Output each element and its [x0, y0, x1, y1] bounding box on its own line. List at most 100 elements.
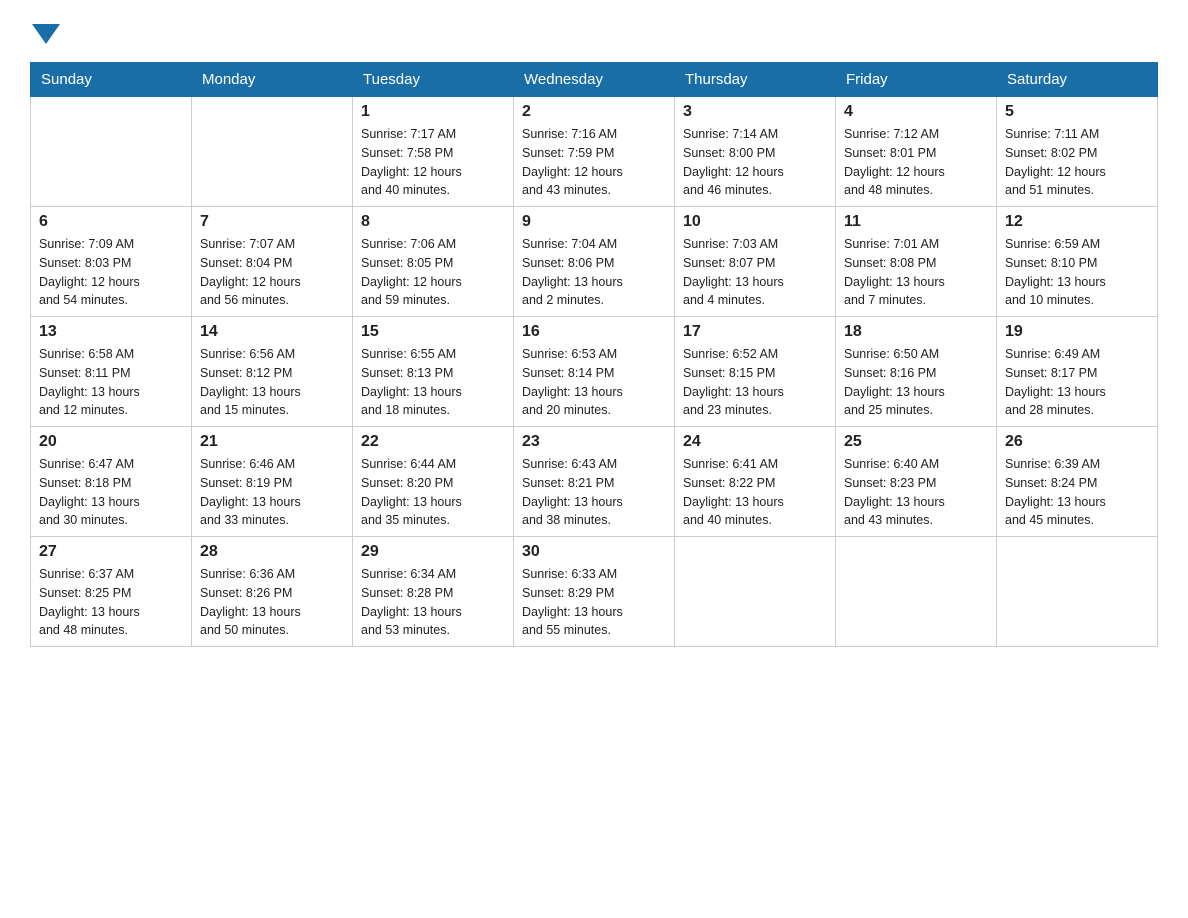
day-info: Sunrise: 7:01 AMSunset: 8:08 PMDaylight:…: [844, 235, 988, 310]
calendar-cell: 24 Sunrise: 6:41 AMSunset: 8:22 PMDayligh…: [675, 427, 836, 537]
day-info: Sunrise: 7:06 AMSunset: 8:05 PMDaylight:…: [361, 235, 505, 310]
calendar-cell: 22 Sunrise: 6:44 AMSunset: 8:20 PMDayligh…: [353, 427, 514, 537]
day-number: 27: [39, 543, 183, 561]
week-row: 27 Sunrise: 6:37 AMSunset: 8:25 PMDayligh…: [31, 537, 1158, 647]
day-info: Sunrise: 6:49 AMSunset: 8:17 PMDaylight:…: [1005, 345, 1149, 420]
day-number: 16: [522, 323, 666, 341]
day-number: 21: [200, 433, 344, 451]
day-number: 2: [522, 103, 666, 121]
calendar-cell: 21Sunrise: 6:46 AMSunset: 8:19 PMDayligh…: [192, 427, 353, 537]
day-number: 15: [361, 323, 505, 341]
calendar-cell: 14 Sunrise: 6:56 AMSunset: 8:12 PMDayligh…: [192, 317, 353, 427]
day-info: Sunrise: 6:56 AMSunset: 8:12 PMDaylight:…: [200, 345, 344, 420]
calendar-cell: 29Sunrise: 6:34 AMSunset: 8:28 PMDayligh…: [353, 537, 514, 647]
day-number: 6: [39, 213, 183, 231]
day-number: 28: [200, 543, 344, 561]
calendar-cell: 9 Sunrise: 7:04 AMSunset: 8:06 PMDaylight…: [514, 207, 675, 317]
calendar-cell: 20 Sunrise: 6:47 AMSunset: 8:18 PMDayligh…: [31, 427, 192, 537]
week-row: 20 Sunrise: 6:47 AMSunset: 8:18 PMDayligh…: [31, 427, 1158, 537]
day-info: Sunrise: 7:16 AMSunset: 7:59 PMDaylight:…: [522, 125, 666, 200]
day-number: 20: [39, 433, 183, 451]
day-info: Sunrise: 7:12 AMSunset: 8:01 PMDaylight:…: [844, 125, 988, 200]
day-number: 11: [844, 213, 988, 231]
day-of-week-header: Wednesday: [514, 63, 675, 97]
day-number: 7: [200, 213, 344, 231]
calendar-cell: [675, 537, 836, 647]
day-number: 17: [683, 323, 827, 341]
calendar-cell: 10Sunrise: 7:03 AMSunset: 8:07 PMDayligh…: [675, 207, 836, 317]
week-row: 13Sunrise: 6:58 AMSunset: 8:11 PMDayligh…: [31, 317, 1158, 427]
calendar-cell: [836, 537, 997, 647]
day-info: Sunrise: 7:07 AMSunset: 8:04 PMDaylight:…: [200, 235, 344, 310]
day-of-week-header: Tuesday: [353, 63, 514, 97]
page-header: [30, 20, 1158, 42]
calendar-cell: 7 Sunrise: 7:07 AMSunset: 8:04 PMDaylight…: [192, 207, 353, 317]
day-number: 22: [361, 433, 505, 451]
day-number: 25: [844, 433, 988, 451]
day-info: Sunrise: 6:55 AMSunset: 8:13 PMDaylight:…: [361, 345, 505, 420]
day-info: Sunrise: 6:39 AMSunset: 8:24 PMDaylight:…: [1005, 455, 1149, 530]
day-info: Sunrise: 6:34 AMSunset: 8:28 PMDaylight:…: [361, 565, 505, 640]
day-number: 26: [1005, 433, 1149, 451]
calendar-cell: 2 Sunrise: 7:16 AMSunset: 7:59 PMDaylight…: [514, 97, 675, 207]
calendar-table: SundayMondayTuesdayWednesdayThursdayFrid…: [30, 62, 1158, 647]
day-info: Sunrise: 6:36 AMSunset: 8:26 PMDaylight:…: [200, 565, 344, 640]
day-info: Sunrise: 7:11 AMSunset: 8:02 PMDaylight:…: [1005, 125, 1149, 200]
day-number: 14: [200, 323, 344, 341]
day-number: 19: [1005, 323, 1149, 341]
day-info: Sunrise: 6:43 AMSunset: 8:21 PMDaylight:…: [522, 455, 666, 530]
calendar-cell: 27 Sunrise: 6:37 AMSunset: 8:25 PMDayligh…: [31, 537, 192, 647]
week-row: 1 Sunrise: 7:17 AMSunset: 7:58 PMDaylight…: [31, 97, 1158, 207]
day-number: 5: [1005, 103, 1149, 121]
calendar-cell: 12 Sunrise: 6:59 AMSunset: 8:10 PMDayligh…: [997, 207, 1158, 317]
day-info: Sunrise: 6:47 AMSunset: 8:18 PMDaylight:…: [39, 455, 183, 530]
day-info: Sunrise: 6:50 AMSunset: 8:16 PMDaylight:…: [844, 345, 988, 420]
logo-triangle-icon: [32, 24, 60, 44]
day-info: Sunrise: 6:53 AMSunset: 8:14 PMDaylight:…: [522, 345, 666, 420]
day-number: 13: [39, 323, 183, 341]
calendar-cell: 28 Sunrise: 6:36 AMSunset: 8:26 PMDayligh…: [192, 537, 353, 647]
day-info: Sunrise: 7:14 AMSunset: 8:00 PMDaylight:…: [683, 125, 827, 200]
calendar-cell: 30 Sunrise: 6:33 AMSunset: 8:29 PMDayligh…: [514, 537, 675, 647]
calendar-cell: 13Sunrise: 6:58 AMSunset: 8:11 PMDayligh…: [31, 317, 192, 427]
day-info: Sunrise: 6:44 AMSunset: 8:20 PMDaylight:…: [361, 455, 505, 530]
day-number: 30: [522, 543, 666, 561]
calendar-cell: 1 Sunrise: 7:17 AMSunset: 7:58 PMDaylight…: [353, 97, 514, 207]
day-of-week-header: Thursday: [675, 63, 836, 97]
day-number: 24: [683, 433, 827, 451]
calendar-cell: [192, 97, 353, 207]
day-number: 1: [361, 103, 505, 121]
day-of-week-header: Monday: [192, 63, 353, 97]
calendar-cell: 25 Sunrise: 6:40 AMSunset: 8:23 PMDayligh…: [836, 427, 997, 537]
calendar-cell: [31, 97, 192, 207]
day-of-week-header: Saturday: [997, 63, 1158, 97]
calendar-cell: 19 Sunrise: 6:49 AMSunset: 8:17 PMDayligh…: [997, 317, 1158, 427]
calendar-cell: 16 Sunrise: 6:53 AMSunset: 8:14 PMDayligh…: [514, 317, 675, 427]
day-of-week-header: Friday: [836, 63, 997, 97]
calendar-cell: 26 Sunrise: 6:39 AMSunset: 8:24 PMDayligh…: [997, 427, 1158, 537]
day-info: Sunrise: 7:17 AMSunset: 7:58 PMDaylight:…: [361, 125, 505, 200]
day-info: Sunrise: 6:33 AMSunset: 8:29 PMDaylight:…: [522, 565, 666, 640]
day-info: Sunrise: 6:41 AMSunset: 8:22 PMDaylight:…: [683, 455, 827, 530]
calendar-cell: 4Sunrise: 7:12 AMSunset: 8:01 PMDaylight…: [836, 97, 997, 207]
day-number: 10: [683, 213, 827, 231]
day-number: 18: [844, 323, 988, 341]
calendar-cell: 5 Sunrise: 7:11 AMSunset: 8:02 PMDaylight…: [997, 97, 1158, 207]
day-info: Sunrise: 7:09 AMSunset: 8:03 PMDaylight:…: [39, 235, 183, 310]
week-row: 6 Sunrise: 7:09 AMSunset: 8:03 PMDaylight…: [31, 207, 1158, 317]
calendar-cell: 17Sunrise: 6:52 AMSunset: 8:15 PMDayligh…: [675, 317, 836, 427]
day-info: Sunrise: 7:04 AMSunset: 8:06 PMDaylight:…: [522, 235, 666, 310]
calendar-cell: 8Sunrise: 7:06 AMSunset: 8:05 PMDaylight…: [353, 207, 514, 317]
day-info: Sunrise: 6:37 AMSunset: 8:25 PMDaylight:…: [39, 565, 183, 640]
calendar-header-row: SundayMondayTuesdayWednesdayThursdayFrid…: [31, 63, 1158, 97]
day-of-week-header: Sunday: [31, 63, 192, 97]
day-number: 23: [522, 433, 666, 451]
day-number: 9: [522, 213, 666, 231]
day-info: Sunrise: 6:59 AMSunset: 8:10 PMDaylight:…: [1005, 235, 1149, 310]
day-number: 12: [1005, 213, 1149, 231]
calendar-cell: 6 Sunrise: 7:09 AMSunset: 8:03 PMDaylight…: [31, 207, 192, 317]
calendar-cell: 3Sunrise: 7:14 AMSunset: 8:00 PMDaylight…: [675, 97, 836, 207]
calendar-cell: 18 Sunrise: 6:50 AMSunset: 8:16 PMDayligh…: [836, 317, 997, 427]
calendar-cell: 15 Sunrise: 6:55 AMSunset: 8:13 PMDayligh…: [353, 317, 514, 427]
day-info: Sunrise: 6:40 AMSunset: 8:23 PMDaylight:…: [844, 455, 988, 530]
